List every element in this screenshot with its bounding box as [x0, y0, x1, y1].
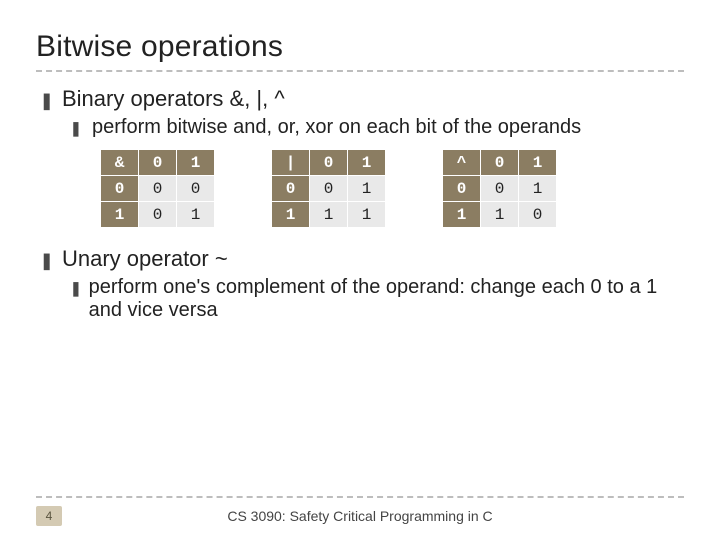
- bullet-icon: ❚: [70, 281, 89, 295]
- table-col-header: 0: [481, 150, 519, 176]
- table-cell: 1: [519, 176, 557, 202]
- course-label: CS 3090: Safety Critical Programming in …: [36, 508, 684, 524]
- table-cell: 0: [519, 202, 557, 228]
- table-col-header: 1: [519, 150, 557, 176]
- table-col-header: 1: [348, 150, 386, 176]
- table-op-cell: ^: [443, 150, 481, 176]
- bullet-text: Unary operator ~: [62, 246, 228, 272]
- title-divider: Bitwise operations: [36, 30, 684, 72]
- slide-title: Bitwise operations: [36, 30, 684, 64]
- truth-table-or: | 0 1 0 0 1 1 1 1: [271, 149, 386, 228]
- slide: Bitwise operations ❚ Binary operators &,…: [0, 0, 720, 540]
- table-cell: 1: [348, 176, 386, 202]
- bullet-icon: ❚: [70, 121, 92, 135]
- bullet-text: Binary operators &, |, ^: [62, 86, 285, 112]
- truth-tables-row: & 0 1 0 0 0 1 0 1 | 0 1 0 0: [100, 149, 684, 228]
- sub-bullet-unary: ❚ perform one's complement of the operan…: [70, 276, 684, 322]
- table-row-header: 1: [443, 202, 481, 228]
- table-row-header: 1: [272, 202, 310, 228]
- table-col-header: 0: [139, 150, 177, 176]
- table-cell: 1: [310, 202, 348, 228]
- table-cell: 1: [481, 202, 519, 228]
- bullet-binary-operators: ❚ Binary operators &, |, ^: [40, 86, 684, 112]
- sub-bullet-text: perform one's complement of the operand:…: [89, 276, 684, 322]
- table-col-header: 0: [310, 150, 348, 176]
- bullet-icon: ❚: [40, 94, 62, 110]
- table-cell: 1: [177, 202, 215, 228]
- bullet-icon: ❚: [40, 254, 62, 270]
- table-cell: 0: [177, 176, 215, 202]
- truth-table-and: & 0 1 0 0 0 1 0 1: [100, 149, 215, 228]
- table-col-header: 1: [177, 150, 215, 176]
- table-row-header: 0: [443, 176, 481, 202]
- table-row-header: 0: [272, 176, 310, 202]
- table-cell: 0: [139, 202, 177, 228]
- sub-bullet-binary: ❚ perform bitwise and, or, xor on each b…: [70, 116, 684, 139]
- table-cell: 0: [481, 176, 519, 202]
- table-row-header: 1: [101, 202, 139, 228]
- slide-footer: 4 CS 3090: Safety Critical Programming i…: [36, 496, 684, 526]
- table-op-cell: |: [272, 150, 310, 176]
- table-cell: 0: [310, 176, 348, 202]
- table-row-header: 0: [101, 176, 139, 202]
- table-cell: 1: [348, 202, 386, 228]
- sub-bullet-text: perform bitwise and, or, xor on each bit…: [92, 116, 581, 139]
- bullet-unary-operator: ❚ Unary operator ~: [40, 246, 684, 272]
- table-cell: 0: [139, 176, 177, 202]
- table-op-cell: &: [101, 150, 139, 176]
- truth-table-xor: ^ 0 1 0 0 1 1 1 0: [442, 149, 557, 228]
